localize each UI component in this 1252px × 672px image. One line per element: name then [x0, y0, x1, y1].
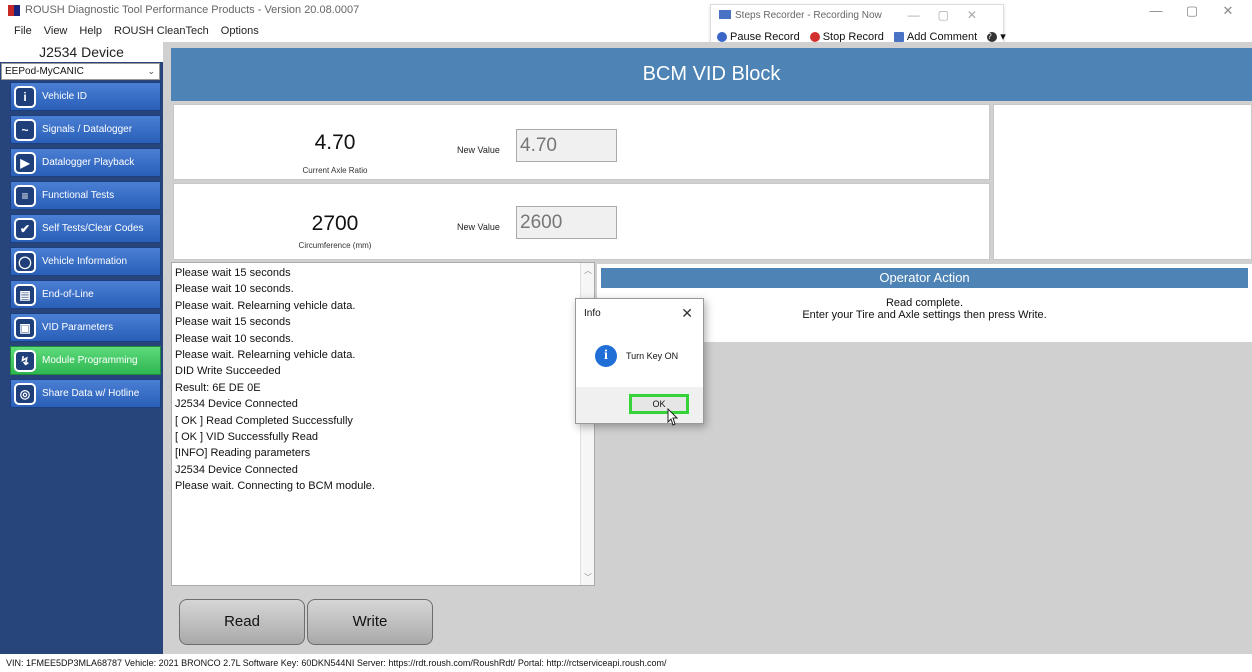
- maximize-button[interactable]: ▢: [1174, 2, 1210, 20]
- circumference-new-value-input[interactable]: 2600: [516, 206, 617, 239]
- axle-ratio-panel: 4.70 Current Axle Ratio New Value 4.70: [173, 104, 990, 180]
- side-info-panel: [993, 104, 1252, 260]
- sidebar-item-vid-parameters[interactable]: ▣ VID Parameters: [10, 313, 161, 342]
- log-lines: Please wait 15 seconds Please wait 10 sec…: [175, 265, 375, 495]
- sidebar-item-label: Share Data w/ Hotline: [42, 388, 140, 399]
- log-line: [ OK ] VID Successfully Read: [175, 431, 319, 444]
- page-title: BCM VID Block: [171, 48, 1252, 101]
- dialog-close-icon[interactable]: ✕: [681, 305, 693, 322]
- circumference-caption: Circumference (mm): [298, 241, 372, 250]
- log-line: [ OK ] Read Completed Successfully: [175, 414, 353, 427]
- operator-action-header: Operator Action: [601, 268, 1248, 288]
- steps-recorder-window: Steps Recorder - Recording Now —▢✕ Pause…: [710, 4, 1006, 44]
- sidebar-item-label: Vehicle ID: [42, 91, 88, 102]
- window-controls: — ▢ ✕: [1138, 2, 1246, 20]
- status-bar: VIN: 1FMEE5DP3MLA68787 Vehicle: 2021 BRO…: [0, 654, 1252, 672]
- sidebar-icon: ↯: [14, 349, 36, 372]
- sidebar-item-label: End-of-Line: [42, 289, 94, 300]
- menu-help[interactable]: Help: [73, 22, 108, 40]
- axle-new-value-label: New Value: [457, 145, 500, 155]
- sidebar-item-vehicle-information[interactable]: ◯ Vehicle Information: [10, 247, 161, 276]
- circumference-new-value-label: New Value: [457, 222, 500, 232]
- mouse-cursor-icon: [667, 408, 679, 426]
- current-circumference-value: 2700: [311, 212, 359, 235]
- sidebar-item-end-of-line[interactable]: ▤ End-of-Line: [10, 280, 161, 309]
- log-line: Please wait. Relearning vehicle data.: [175, 299, 356, 312]
- current-axle-value: 4.70: [314, 131, 356, 154]
- steps-recorder-icon: [719, 10, 731, 19]
- log-output[interactable]: Please wait 15 seconds Please wait 10 sec…: [171, 262, 595, 586]
- roush-app-icon: [8, 5, 20, 16]
- minimize-button[interactable]: —: [1138, 2, 1174, 20]
- sidebar-icon: ≡: [14, 184, 36, 207]
- circumference-panel: 2700 Circumference (mm) New Value 2600: [173, 183, 990, 260]
- menu-file[interactable]: File: [8, 22, 38, 40]
- ok-button[interactable]: OK: [629, 394, 689, 414]
- read-button[interactable]: Read: [179, 599, 305, 645]
- sidebar-item-vehicle-id[interactable]: i Vehicle ID: [10, 82, 161, 111]
- info-dialog: Info ✕ i Turn Key ON OK: [575, 298, 704, 424]
- log-line: J2534 Device Connected: [175, 398, 298, 411]
- dialog-message: Turn Key ON: [626, 351, 679, 361]
- sidebar-icon: ▣: [14, 316, 36, 339]
- log-line: Please wait 15 seconds: [175, 267, 291, 279]
- menu-view[interactable]: View: [38, 22, 74, 40]
- log-line: Please wait. Connecting to BCM module.: [175, 480, 375, 493]
- steps-recorder-controls[interactable]: —▢✕: [908, 8, 995, 22]
- scroll-up-icon[interactable]: ︿: [584, 265, 592, 276]
- log-line: DID Write Succeeded: [175, 365, 281, 378]
- menu-bar: File View Help ROUSH CleanTech Options: [0, 22, 265, 40]
- sidebar-icon: ~: [14, 118, 36, 141]
- log-line: Please wait 10 seconds.: [175, 283, 294, 296]
- axle-new-value-input[interactable]: 4.70: [516, 129, 617, 162]
- stop-icon: [809, 31, 820, 42]
- write-button[interactable]: Write: [307, 599, 433, 645]
- sidebar-icon: ◯: [14, 250, 36, 273]
- close-window-button[interactable]: ✕: [1210, 2, 1246, 20]
- log-line: Please wait 15 seconds: [175, 316, 291, 329]
- chevron-down-icon: ⌄: [147, 66, 155, 76]
- sidebar-item-label: Vehicle Information: [42, 256, 128, 267]
- sidebar-icon: ✔: [14, 217, 36, 240]
- sidebar-item-label: Module Programming: [42, 355, 138, 366]
- scroll-down-icon[interactable]: ﹀: [584, 572, 592, 583]
- help-icon: ?: [987, 31, 998, 42]
- log-line: Please wait. Relearning vehicle data.: [175, 349, 356, 362]
- sidebar-item-datalogger-playback[interactable]: ▶ Datalogger Playback: [10, 148, 161, 177]
- device-dropdown[interactable]: EEPod-MyCANIC ⌄: [1, 63, 160, 80]
- sidebar-item-share-data-w-hotline[interactable]: ◎ Share Data w/ Hotline: [10, 379, 161, 408]
- left-panel: J2534 Device EEPod-MyCANIC ⌄ i Vehicle ID…: [0, 42, 163, 654]
- log-line: Result: 6E DE 0E: [175, 381, 261, 394]
- sidebar-item-label: Self Tests/Clear Codes: [42, 223, 144, 234]
- log-line: [INFO] Reading parameters: [175, 447, 311, 460]
- sidebar-icon: i: [14, 85, 36, 108]
- sidebar-icon: ▶: [14, 151, 36, 174]
- title-bar: ROUSH Diagnostic Tool Performance Produc…: [0, 0, 1252, 22]
- steps-recorder-title: Steps Recorder - Recording Now: [719, 10, 882, 21]
- sidebar-icon: ◎: [14, 382, 36, 405]
- dialog-title: Info: [584, 308, 601, 319]
- window-title: ROUSH Diagnostic Tool Performance Produc…: [25, 4, 360, 16]
- sidebar-item-label: Signals / Datalogger: [42, 124, 133, 135]
- sidebar-icon: ▤: [14, 283, 36, 306]
- device-title: J2534 Device: [0, 42, 163, 62]
- sidebar-item-module-programming[interactable]: ↯ Module Programming: [10, 346, 161, 375]
- current-axle-caption: Current Axle Ratio: [302, 166, 368, 175]
- log-line: J2534 Device Connected: [175, 463, 298, 476]
- sidebar-item-self-tests-clear-codes[interactable]: ✔ Self Tests/Clear Codes: [10, 214, 161, 243]
- sidebar-item-signals-datalogger[interactable]: ~ Signals / Datalogger: [10, 115, 161, 144]
- dialog-footer: OK: [576, 387, 703, 423]
- log-line: Please wait 10 seconds.: [175, 332, 294, 345]
- comment-icon: [893, 31, 904, 42]
- menu-roush-cleantech[interactable]: ROUSH CleanTech: [108, 22, 215, 40]
- sidebar-item-functional-tests[interactable]: ≡ Functional Tests: [10, 181, 161, 210]
- sidebar-item-label: Functional Tests: [42, 190, 115, 201]
- sidebar-item-label: VID Parameters: [42, 322, 114, 333]
- info-icon: i: [595, 345, 617, 367]
- pause-icon: [717, 31, 727, 42]
- sidebar-item-label: Datalogger Playback: [42, 157, 135, 168]
- menu-options[interactable]: Options: [215, 22, 265, 40]
